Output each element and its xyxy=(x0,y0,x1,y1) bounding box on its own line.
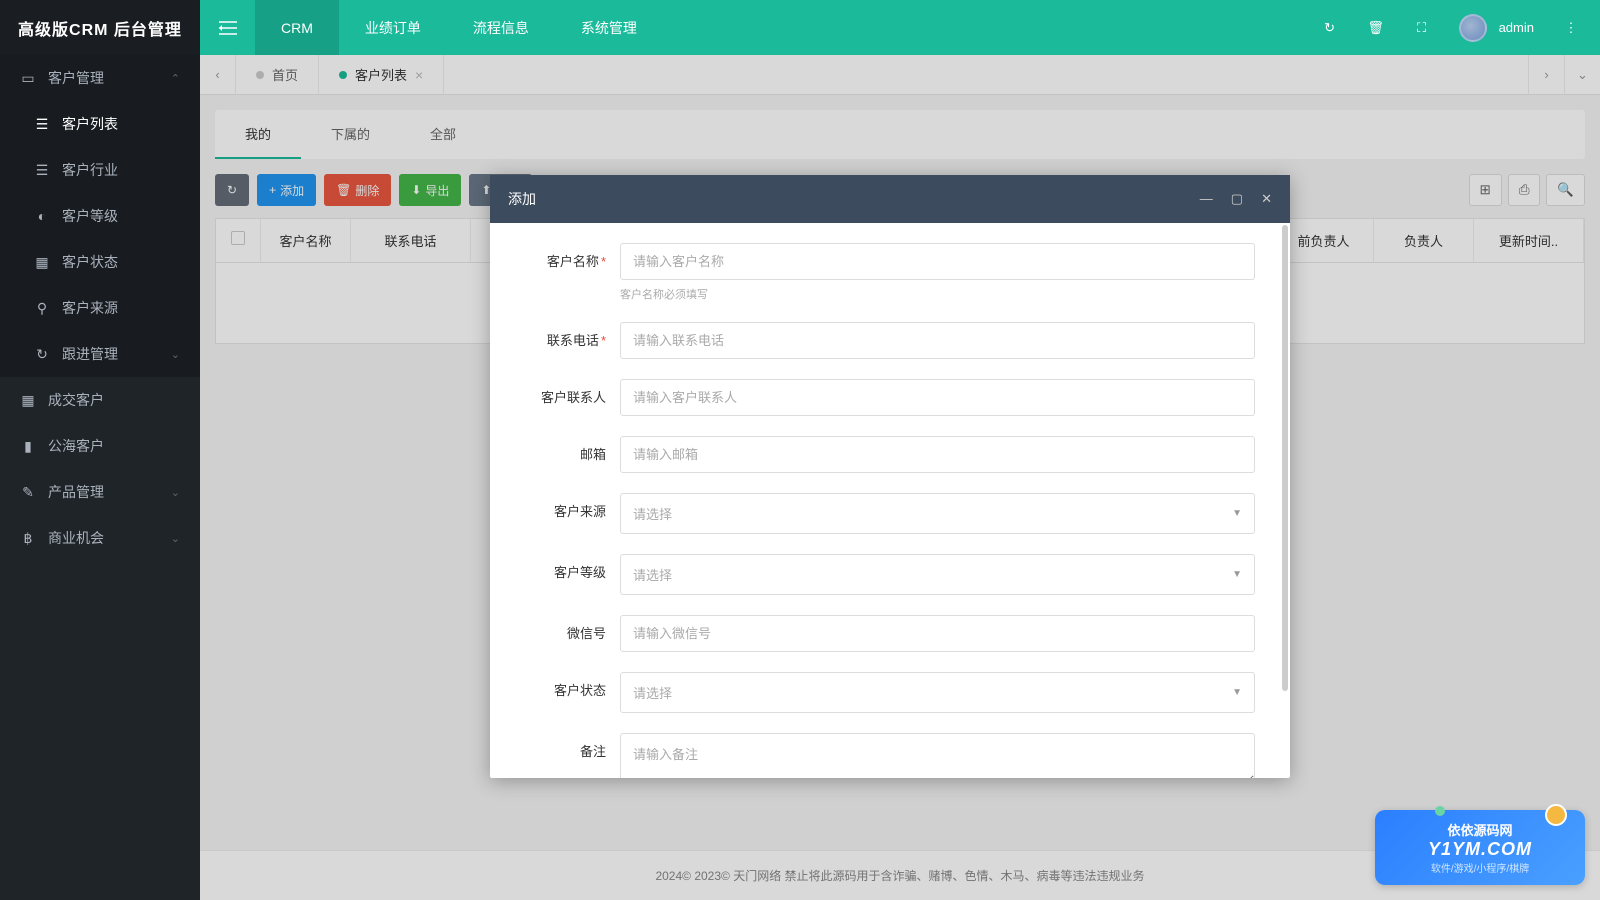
sidebar-item-followup[interactable]: ↻ 跟进管理 ⌄ xyxy=(0,331,200,377)
label-level: 客户等级 xyxy=(525,554,620,581)
sidebar-item-source[interactable]: ⚲ 客户来源 xyxy=(0,285,200,331)
label-remark: 备注 xyxy=(525,733,620,760)
list-icon: ☰ xyxy=(34,162,50,179)
select-status[interactable]: 请选择 ▼ xyxy=(620,672,1255,713)
fullscreen-icon[interactable]: ⛶ xyxy=(1413,19,1431,37)
watermark-domain: Y1YM.COM xyxy=(1428,839,1532,860)
card-icon: ▭ xyxy=(20,70,36,87)
sidebar-item-opportunity[interactable]: ฿ 商业机会 ⌄ xyxy=(0,515,200,561)
sidebar-item-level[interactable]: ◐ 客户等级 xyxy=(0,193,200,239)
sidebar-item-label: 客户管理 xyxy=(48,68,104,88)
sidebar-item-label: 客户行业 xyxy=(62,160,118,180)
refresh-icon[interactable]: ↻ xyxy=(1321,19,1339,37)
label-status: 客户状态 xyxy=(525,672,620,699)
input-phone[interactable] xyxy=(620,322,1255,359)
close-icon[interactable]: ✕ xyxy=(1261,191,1272,207)
sidebar-item-label: 成交客户 xyxy=(48,390,104,410)
label-source: 客户来源 xyxy=(525,493,620,520)
grid-icon: ▦ xyxy=(20,392,36,409)
label-wechat: 微信号 xyxy=(525,615,620,642)
chevron-down-icon: ⌄ xyxy=(171,348,180,361)
label-phone: 联系电话* xyxy=(525,322,620,349)
chevron-down-icon: ⌄ xyxy=(171,486,180,499)
app-logo: 高级版CRM 后台管理 xyxy=(0,0,200,55)
edit-icon: ✎ xyxy=(20,484,36,501)
add-modal: 添加 — ▢ ✕ 客户名称* 客户名称必须填写 联系电话* 客户联系人 邮箱 xyxy=(490,175,1290,778)
input-contact[interactable] xyxy=(620,379,1255,416)
select-placeholder: 请选择 xyxy=(633,504,672,523)
list-icon: ☰ xyxy=(34,116,50,133)
chart-icon: ▮ xyxy=(20,438,36,455)
input-wechat[interactable] xyxy=(620,615,1255,652)
label-contact: 客户联系人 xyxy=(525,379,620,406)
label-name: 客户名称* xyxy=(525,243,620,270)
sidebar-item-label: 公海客户 xyxy=(48,436,104,456)
sidebar-item-label: 产品管理 xyxy=(48,482,104,502)
sidebar-item-deal[interactable]: ▦ 成交客户 xyxy=(0,377,200,423)
minimize-icon[interactable]: — xyxy=(1200,191,1213,207)
sidebar-item-customer-mgmt[interactable]: ▭ 客户管理 ⌃ xyxy=(0,55,200,101)
input-email[interactable] xyxy=(620,436,1255,473)
sidebar-item-label: 客户状态 xyxy=(62,252,118,272)
input-customer-name[interactable] xyxy=(620,243,1255,280)
sidebar-item-label: 客户列表 xyxy=(62,114,118,134)
chevron-up-icon: ⌃ xyxy=(171,72,180,85)
caret-down-icon: ▼ xyxy=(1232,508,1242,519)
select-level[interactable]: 请选择 ▼ xyxy=(620,554,1255,595)
sidebar: ▭ 客户管理 ⌃ ☰ 客户列表 ☰ 客户行业 ◐ 客户等级 ▦ 客户状态 ⚲ 客户来源 ↻ 跟… xyxy=(0,55,200,900)
sidebar-item-label: 跟进管理 xyxy=(62,344,118,364)
caret-down-icon: ▼ xyxy=(1232,569,1242,580)
chevron-down-icon: ⌄ xyxy=(171,532,180,545)
watermark-sub: 软件/游戏/小程序/棋牌 xyxy=(1431,860,1529,875)
watermark-badge: 依依源码网 Y1YM.COM 软件/游戏/小程序/棋牌 xyxy=(1375,810,1585,885)
sidebar-item-label: 客户等级 xyxy=(62,206,118,226)
top-header: 高级版CRM 后台管理 CRM 业绩订单 流程信息 系统管理 ↻ 🗑 ⛶ adm… xyxy=(0,0,1600,55)
avatar xyxy=(1459,14,1487,42)
modal-body: 客户名称* 客户名称必须填写 联系电话* 客户联系人 邮箱 客户来源 请选择▼ … xyxy=(490,223,1290,778)
sidebar-item-label: 商业机会 xyxy=(48,528,104,548)
sidebar-item-label: 客户来源 xyxy=(62,298,118,318)
top-nav: CRM 业绩订单 流程信息 系统管理 xyxy=(255,0,663,55)
nav-tab-process[interactable]: 流程信息 xyxy=(447,0,555,55)
grid-icon: ▦ xyxy=(34,254,50,271)
maximize-icon[interactable]: ▢ xyxy=(1231,191,1243,207)
sidebar-item-status[interactable]: ▦ 客户状态 xyxy=(0,239,200,285)
sidebar-item-industry[interactable]: ☰ 客户行业 xyxy=(0,147,200,193)
globe-icon: ◐ xyxy=(34,208,50,224)
help-name: 客户名称必须填写 xyxy=(620,286,1255,302)
sidebar-item-product[interactable]: ✎ 产品管理 ⌄ xyxy=(0,469,200,515)
select-placeholder: 请选择 xyxy=(633,565,672,584)
select-source[interactable]: 请选择 ▼ xyxy=(620,493,1255,534)
caret-down-icon: ▼ xyxy=(1232,687,1242,698)
bitcoin-icon: ฿ xyxy=(20,530,36,547)
label-email: 邮箱 xyxy=(525,436,620,463)
nav-tab-crm[interactable]: CRM xyxy=(255,0,339,55)
menu-icon xyxy=(219,21,237,35)
person-icon: ⚲ xyxy=(34,300,50,317)
more-icon[interactable]: ⋮ xyxy=(1562,19,1580,37)
sidebar-item-customer-list[interactable]: ☰ 客户列表 xyxy=(0,101,200,147)
modal-title: 添加 xyxy=(508,189,536,209)
nav-tab-orders[interactable]: 业绩订单 xyxy=(339,0,447,55)
scrollbar[interactable] xyxy=(1280,225,1288,773)
user-menu[interactable]: admin xyxy=(1459,14,1534,42)
sidebar-toggle[interactable] xyxy=(200,0,255,55)
select-placeholder: 请选择 xyxy=(633,683,672,702)
cycle-icon: ↻ xyxy=(34,346,50,363)
watermark-title: 依依源码网 xyxy=(1447,820,1512,839)
sidebar-item-public[interactable]: ▮ 公海客户 xyxy=(0,423,200,469)
delete-icon[interactable]: 🗑 xyxy=(1367,19,1385,37)
header-actions: ↻ 🗑 ⛶ admin ⋮ xyxy=(1321,14,1600,42)
nav-tab-system[interactable]: 系统管理 xyxy=(555,0,663,55)
modal-header[interactable]: 添加 — ▢ ✕ xyxy=(490,175,1290,223)
username: admin xyxy=(1499,20,1534,35)
textarea-remark[interactable] xyxy=(620,733,1255,778)
